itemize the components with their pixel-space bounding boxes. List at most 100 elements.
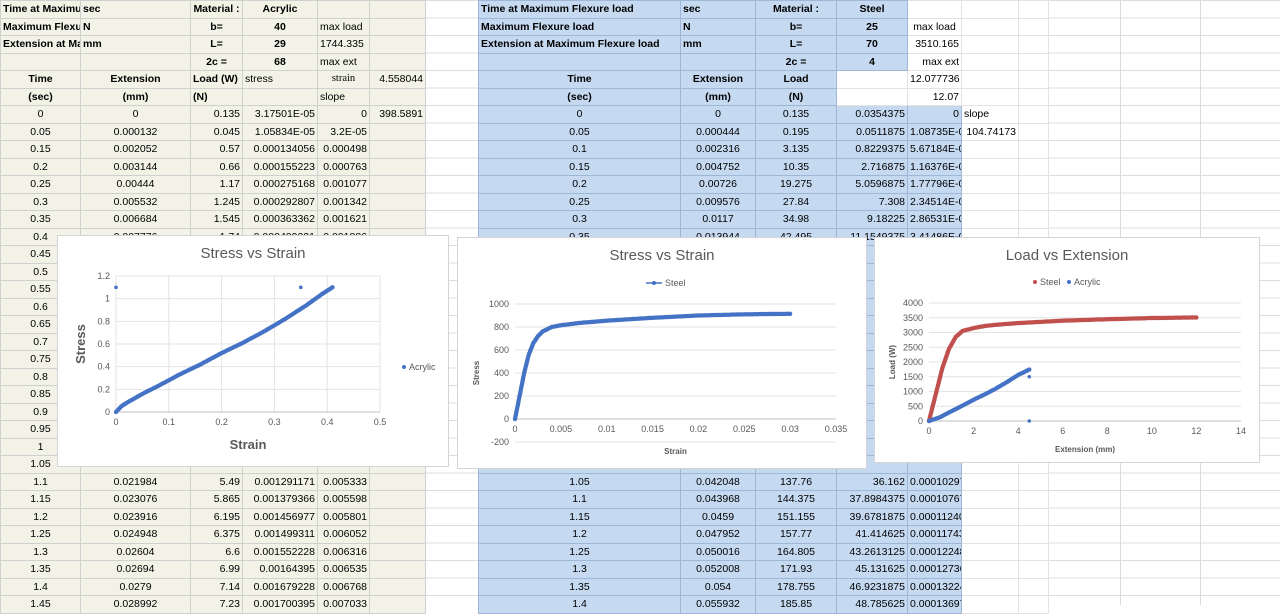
cell[interactable]: 0.000117433: [907, 525, 962, 544]
cell[interactable]: [961, 210, 1019, 229]
cell[interactable]: 1.77796E-05: [907, 175, 962, 194]
cell[interactable]: 1.05834E-05: [242, 122, 318, 141]
cell[interactable]: 0.3: [478, 210, 681, 229]
cell[interactable]: 185.85: [755, 595, 837, 614]
cell[interactable]: 1.245: [190, 192, 243, 211]
cell[interactable]: 171.93: [755, 560, 837, 579]
cell[interactable]: 5.0596875: [836, 175, 908, 194]
cell[interactable]: 0.00726: [680, 175, 756, 194]
cell[interactable]: 1.17: [190, 175, 243, 194]
cell[interactable]: 34.98: [755, 210, 837, 229]
cell[interactable]: Maximum Flexure load: [478, 17, 681, 36]
cell[interactable]: 1.4: [0, 577, 81, 596]
cell[interactable]: [961, 525, 1019, 544]
cell[interactable]: 0.007033: [317, 595, 370, 614]
cell[interactable]: 0.021984: [80, 472, 191, 491]
cell[interactable]: [961, 157, 1019, 176]
cell[interactable]: 0.004752: [680, 157, 756, 176]
cell[interactable]: 0.000107677: [907, 490, 962, 509]
cell[interactable]: 0.055932: [680, 595, 756, 614]
cell[interactable]: 12.077736: [907, 70, 962, 89]
cell[interactable]: sec: [80, 0, 191, 19]
cell[interactable]: [1018, 140, 1049, 159]
cell[interactable]: [1018, 525, 1049, 544]
cell[interactable]: [317, 0, 370, 19]
cell[interactable]: 0.028992: [80, 595, 191, 614]
cell[interactable]: Time at Maximum Flexure load: [478, 0, 681, 19]
acrylic-stress-strain-chart[interactable]: Stress vs Strain 0 0.2 0.4 0.6 0.8 1 1.2 0 0.1 0.…: [57, 235, 449, 467]
cell[interactable]: 0.15: [478, 157, 681, 176]
cell[interactable]: 1.1: [0, 472, 81, 491]
cell[interactable]: 0.001700395: [242, 595, 318, 614]
cell[interactable]: 0.001499311: [242, 525, 318, 544]
cell[interactable]: 0.000444: [680, 122, 756, 141]
cell[interactable]: [80, 52, 191, 71]
cell[interactable]: 0.054: [680, 577, 756, 596]
cell[interactable]: 0.000122488: [907, 542, 962, 561]
cell[interactable]: 12.07: [907, 87, 962, 106]
cell[interactable]: 0.052008: [680, 560, 756, 579]
cell[interactable]: 0.009576: [680, 192, 756, 211]
cell[interactable]: [1018, 595, 1049, 614]
cell[interactable]: 1.15: [478, 507, 681, 526]
cell[interactable]: 46.9231875: [836, 577, 908, 596]
cell[interactable]: 0.000498: [317, 140, 370, 159]
cell[interactable]: 0.02694: [80, 560, 191, 579]
cell[interactable]: 0.005532: [80, 192, 191, 211]
cell[interactable]: Material :: [190, 0, 243, 19]
cell[interactable]: Extension at Maximum Flexure load: [0, 35, 81, 54]
cell[interactable]: 3.135: [755, 140, 837, 159]
cell[interactable]: [1018, 17, 1049, 36]
cell[interactable]: [369, 560, 426, 579]
cell[interactable]: [369, 122, 426, 141]
cell[interactable]: [961, 17, 1019, 36]
cell[interactable]: [961, 140, 1019, 159]
cell[interactable]: Material :: [755, 0, 837, 19]
cell[interactable]: mm: [680, 35, 756, 54]
cell[interactable]: [961, 192, 1019, 211]
cell[interactable]: [1018, 105, 1049, 124]
cell[interactable]: 1.08735E-06: [907, 122, 962, 141]
cell[interactable]: 5.49: [190, 472, 243, 491]
cell[interactable]: 0.047952: [680, 525, 756, 544]
cell[interactable]: 7.308: [836, 192, 908, 211]
cell[interactable]: [369, 210, 426, 229]
cell[interactable]: [369, 490, 426, 509]
cell[interactable]: 151.155: [755, 507, 837, 526]
cell[interactable]: N: [80, 17, 191, 36]
cell[interactable]: [369, 52, 426, 71]
cell[interactable]: [369, 140, 426, 159]
cell[interactable]: 0.005333: [317, 472, 370, 491]
cell[interactable]: Time: [478, 70, 681, 89]
cell[interactable]: [1018, 52, 1049, 71]
cell[interactable]: 6.99: [190, 560, 243, 579]
cell[interactable]: 41.414625: [836, 525, 908, 544]
cell[interactable]: (mm): [80, 87, 191, 106]
cell[interactable]: 1.2: [0, 507, 81, 526]
cell[interactable]: 0.006535: [317, 560, 370, 579]
cell[interactable]: 1.45: [0, 595, 81, 614]
cell[interactable]: 0.8229375: [836, 140, 908, 159]
cell[interactable]: 0.001456977: [242, 507, 318, 526]
cell[interactable]: [961, 542, 1019, 561]
cell[interactable]: 0.045: [190, 122, 243, 141]
cell[interactable]: Steel: [836, 0, 908, 19]
cell[interactable]: slope: [317, 87, 370, 106]
cell[interactable]: 3.17501E-05: [242, 105, 318, 124]
cell[interactable]: 0.023916: [80, 507, 191, 526]
cell[interactable]: [369, 17, 426, 36]
cell[interactable]: 0: [680, 105, 756, 124]
cell[interactable]: [369, 577, 426, 596]
load-extension-chart[interactable]: Load vs Extension 0 500 1000 1500 2000 2500 30…: [874, 237, 1260, 463]
cell[interactable]: 0.57: [190, 140, 243, 159]
cell[interactable]: Time at Maximum Flexure load: [0, 0, 81, 19]
cell[interactable]: 0.043968: [680, 490, 756, 509]
cell[interactable]: 9.18225: [836, 210, 908, 229]
cell[interactable]: 0.000112408: [907, 507, 962, 526]
cell[interactable]: 0.000275168: [242, 175, 318, 194]
cell[interactable]: 0.0279: [80, 577, 191, 596]
cell[interactable]: max load: [907, 17, 962, 36]
cell[interactable]: mm: [80, 35, 191, 54]
cell[interactable]: [369, 542, 426, 561]
cell[interactable]: 0.001621: [317, 210, 370, 229]
